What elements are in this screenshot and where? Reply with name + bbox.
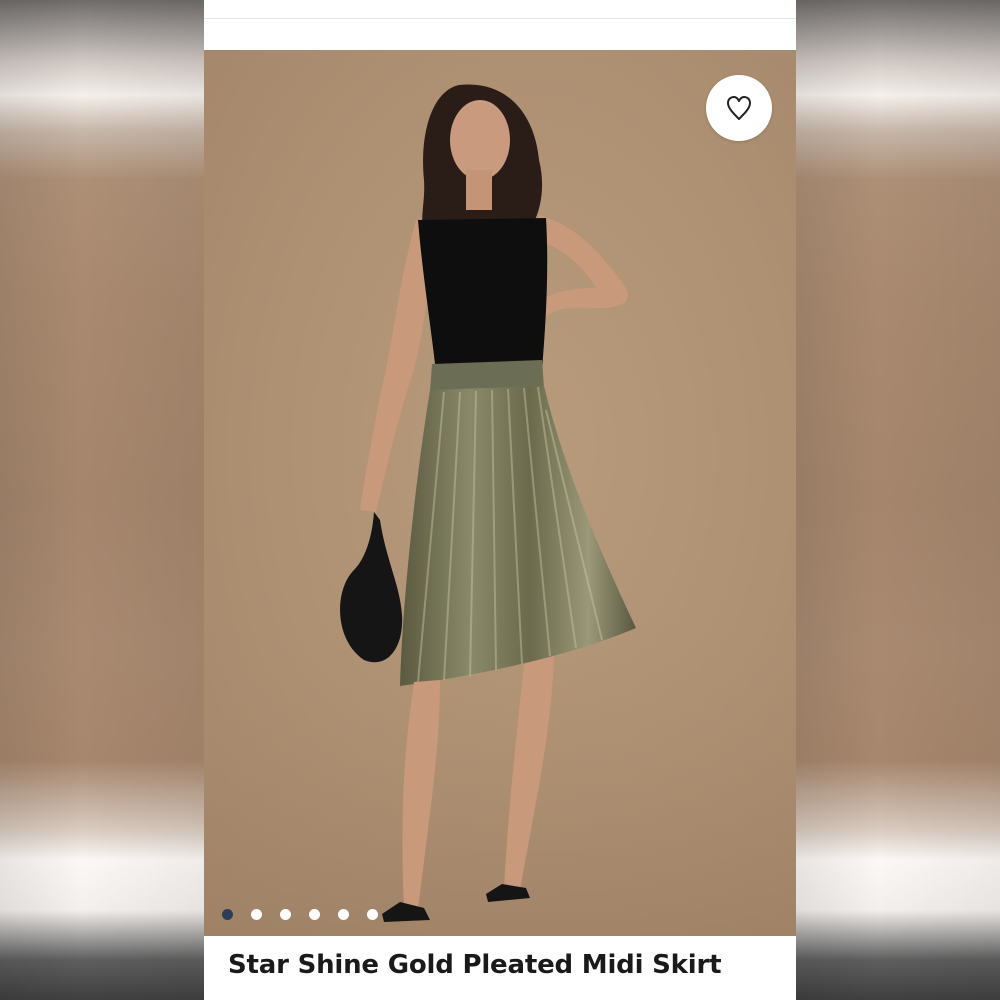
heart-outline-icon bbox=[727, 96, 751, 120]
favorite-button[interactable] bbox=[706, 75, 772, 141]
product-screen: Star Shine Gold Pleated Midi Skirt bbox=[204, 0, 796, 1000]
product-image-carousel[interactable] bbox=[204, 50, 796, 936]
carousel-dot[interactable] bbox=[222, 908, 233, 920]
carousel-dot[interactable] bbox=[251, 908, 262, 920]
product-info: Star Shine Gold Pleated Midi Skirt bbox=[204, 936, 796, 1000]
blurred-backdrop-right bbox=[796, 0, 1000, 1000]
top-divider bbox=[204, 18, 796, 19]
top-bar bbox=[204, 0, 796, 50]
product-title: Star Shine Gold Pleated Midi Skirt bbox=[228, 950, 722, 980]
product-photo bbox=[204, 84, 796, 936]
carousel-dot[interactable] bbox=[280, 908, 291, 920]
carousel-dot[interactable] bbox=[309, 908, 320, 920]
blurred-backdrop-left bbox=[0, 0, 204, 1000]
carousel-dot[interactable] bbox=[367, 908, 378, 920]
carousel-dot[interactable] bbox=[338, 908, 349, 920]
carousel-pagination bbox=[222, 907, 378, 921]
